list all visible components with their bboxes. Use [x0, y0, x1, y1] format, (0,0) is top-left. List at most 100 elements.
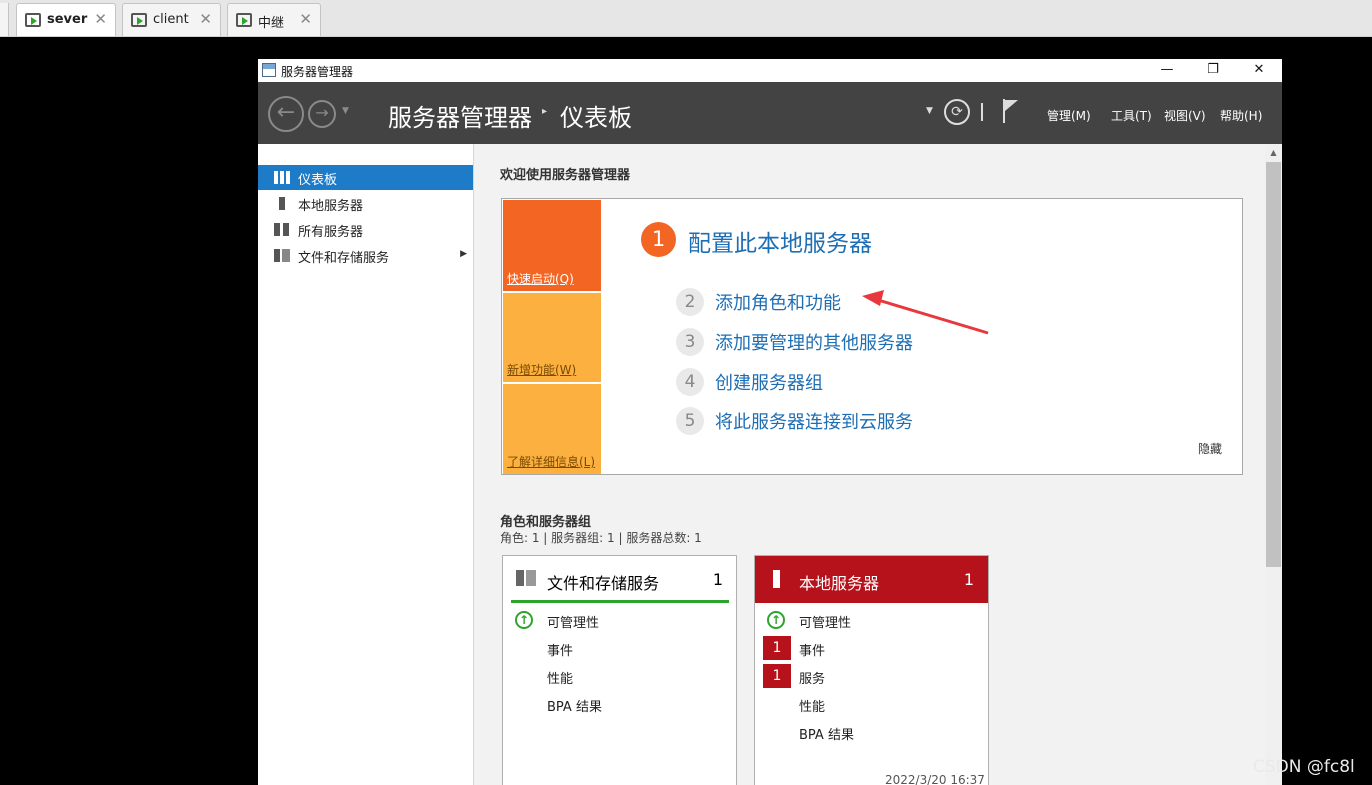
tab-scroll-left[interactable]	[0, 3, 9, 36]
refresh-icon[interactable]: ⟳	[944, 99, 970, 125]
sidebar-item-label: 仪表板	[298, 173, 338, 188]
sidebar: 仪表板 本地服务器 所有服务器 文件和存储服务 ▶	[258, 144, 474, 785]
window-titlebar: 服务器管理器 — ❐ ✕	[258, 59, 1282, 82]
card-row-performance[interactable]: 性能	[755, 692, 988, 716]
step-4-number: 4	[676, 368, 704, 396]
vm-tab-label: sever	[47, 12, 88, 27]
menu-view[interactable]: 视图(V)	[1164, 107, 1206, 124]
tile-label: 快速启动(Q)	[507, 272, 574, 286]
card-header[interactable]: 本地服务器 1	[755, 556, 988, 603]
sidebar-item-file-storage[interactable]: 文件和存储服务 ▶	[258, 243, 473, 268]
step-1-number: 1	[641, 222, 676, 257]
row-label: 服务	[799, 672, 826, 687]
card-row-manageability[interactable]: ↑ 可管理性	[755, 608, 988, 632]
notification-flag-icon[interactable]	[1003, 99, 1019, 123]
close-icon[interactable]: ✕	[299, 10, 312, 28]
vertical-scrollbar[interactable]: ▲	[1265, 144, 1282, 785]
vm-tab-label: client	[153, 12, 189, 27]
status-ok-icon: ↑	[767, 611, 785, 629]
roles-summary: 角色: 1 | 服务器组: 1 | 服务器总数: 1	[500, 531, 702, 545]
tile-learn-more[interactable]: 了解详细信息(L)	[503, 384, 601, 474]
card-row-manageability[interactable]: ↑ 可管理性	[503, 608, 736, 632]
minimize-button[interactable]: —	[1144, 59, 1190, 82]
step-5-number: 5	[676, 407, 704, 435]
row-label: BPA 结果	[799, 728, 854, 743]
step-4-link[interactable]: 创建服务器组	[715, 369, 823, 395]
servers-icon	[274, 223, 290, 236]
card-row-events[interactable]: 事件	[503, 636, 736, 660]
role-card-file-storage[interactable]: 文件和存储服务 1 ↑ 可管理性 事件 性能 BPA 结果	[502, 555, 737, 785]
page-title: 仪表板	[560, 104, 632, 132]
sidebar-item-local-server[interactable]: 本地服务器	[258, 191, 473, 216]
welcome-title: 欢迎使用服务器管理器	[500, 168, 631, 183]
restore-button[interactable]: ❐	[1190, 59, 1236, 82]
dashboard-icon	[274, 171, 290, 184]
window-title: 服务器管理器	[281, 65, 354, 79]
breadcrumb-app: 服务器管理器	[388, 104, 532, 132]
step-1-link[interactable]: 配置此本地服务器	[688, 224, 872, 258]
server-icon	[279, 197, 285, 210]
tile-quick-start[interactable]: 快速启动(Q)	[503, 200, 601, 291]
scroll-up-icon[interactable]: ▲	[1265, 144, 1282, 161]
step-5-link[interactable]: 将此服务器连接到云服务	[715, 408, 913, 434]
card-count: 1	[963, 570, 974, 589]
tile-label: 新增功能(W)	[507, 363, 577, 377]
card-row-bpa[interactable]: BPA 结果	[755, 720, 988, 744]
vm-tab-sever[interactable]: sever ✕	[16, 3, 116, 36]
roles-section-title: 角色和服务器组	[500, 515, 592, 530]
card-row-bpa[interactable]: BPA 结果	[503, 692, 736, 716]
step-2-number: 2	[676, 288, 704, 316]
history-dropdown-icon[interactable]: ▼	[342, 106, 349, 116]
menu-help[interactable]: 帮助(H)	[1220, 107, 1262, 124]
dashboard-content: 欢迎使用服务器管理器 快速启动(Q) 新增功能(W) 了解详细信息(L) 1 配…	[474, 144, 1265, 785]
tile-label: 了解详细信息(L)	[507, 455, 596, 469]
status-ok-icon: ↑	[515, 611, 533, 629]
back-arrow-icon[interactable]: ←	[268, 96, 304, 132]
close-icon[interactable]: ✕	[199, 10, 212, 28]
vm-tab-label: 中继	[258, 16, 285, 31]
watermark: CSDN @fc8l	[1253, 757, 1355, 777]
hide-link[interactable]: 隐藏	[1198, 440, 1222, 457]
vm-tab-relay[interactable]: 中继 ✕	[227, 3, 321, 36]
menu-manage[interactable]: 管理(M)	[1047, 107, 1091, 124]
row-label: 可管理性	[799, 616, 852, 631]
tile-whats-new[interactable]: 新增功能(W)	[503, 293, 601, 382]
step-3-number: 3	[676, 328, 704, 356]
step-3-link[interactable]: 添加要管理的其他服务器	[715, 329, 913, 355]
breadcrumb-separator: ▸	[542, 106, 548, 117]
role-card-local-server[interactable]: 本地服务器 1 ↑ 可管理性 1 事件 1 服务 性能 BPA 结果 2022/…	[754, 555, 989, 785]
row-label: 性能	[799, 700, 826, 715]
close-icon[interactable]: ✕	[94, 10, 107, 28]
card-title: 本地服务器	[799, 574, 880, 593]
card-header[interactable]: 文件和存储服务 1	[511, 556, 729, 603]
vm-icon	[236, 13, 252, 27]
vm-tab-bar: sever ✕ client ✕ 中继 ✕	[0, 0, 1372, 37]
vm-tab-client[interactable]: client ✕	[122, 3, 221, 36]
chevron-right-icon[interactable]: ▶	[460, 249, 467, 259]
sidebar-item-all-servers[interactable]: 所有服务器	[258, 217, 473, 242]
card-row-services[interactable]: 1 服务	[755, 664, 988, 688]
forward-arrow-icon[interactable]: →	[308, 100, 336, 128]
close-button[interactable]: ✕	[1236, 59, 1282, 82]
card-row-performance[interactable]: 性能	[503, 664, 736, 688]
card-title: 文件和存储服务	[547, 574, 660, 593]
storage-icon	[516, 570, 536, 586]
sidebar-item-dashboard[interactable]: 仪表板	[258, 165, 473, 190]
card-row-events[interactable]: 1 事件	[755, 636, 988, 660]
alert-count-badge: 1	[763, 664, 791, 688]
server-manager-window: 服务器管理器 — ❐ ✕ ← → ▼ 服务器管理器 ▸ 仪表板 ▼ ⟳ 管理(M…	[258, 59, 1282, 785]
server-manager-icon	[262, 63, 276, 77]
quick-start-panel: 快速启动(Q) 新增功能(W) 了解详细信息(L) 1 配置此本地服务器 2 添…	[501, 198, 1243, 475]
vm-icon	[131, 13, 147, 27]
menu-tools[interactable]: 工具(T)	[1111, 107, 1152, 124]
row-label: BPA 结果	[547, 700, 602, 715]
scrollbar-thumb[interactable]	[1266, 162, 1281, 567]
chevron-down-icon[interactable]: ▼	[926, 106, 933, 116]
sidebar-item-label: 文件和存储服务	[298, 251, 390, 266]
row-label: 性能	[547, 672, 574, 687]
server-icon	[773, 570, 780, 588]
header-divider	[981, 103, 983, 121]
row-label: 事件	[547, 644, 574, 659]
step-2-link[interactable]: 添加角色和功能	[715, 289, 841, 315]
row-label: 可管理性	[547, 616, 600, 631]
